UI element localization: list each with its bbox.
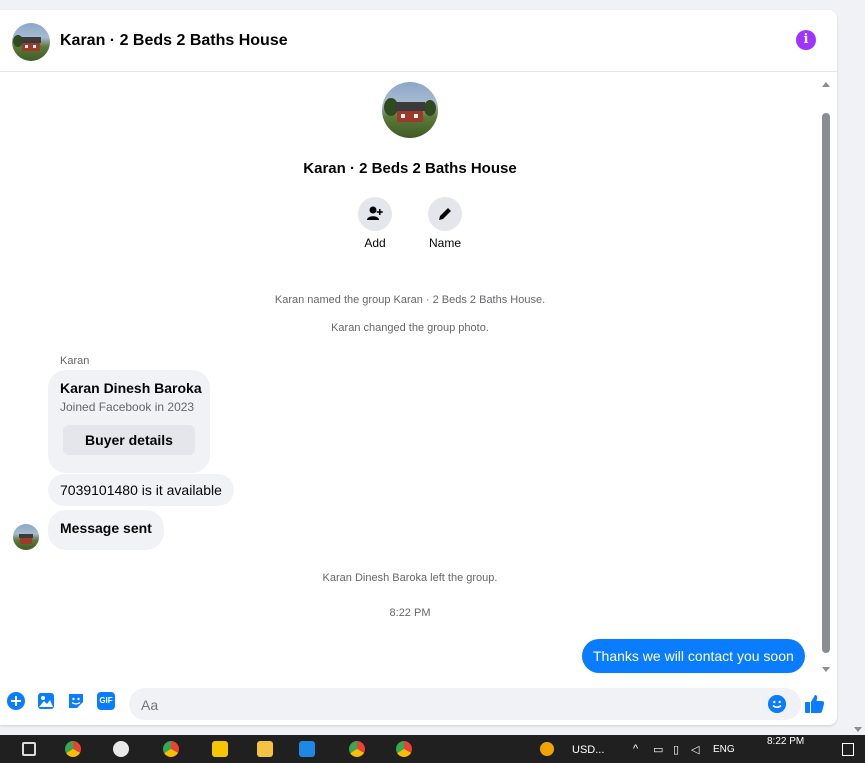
gif-icon[interactable]: GIF (97, 692, 115, 710)
sticker-icon[interactable] (67, 692, 85, 710)
message-input-box[interactable] (129, 688, 801, 720)
profile-card: Karan Dinesh Baroka Joined Facebook in 2… (48, 370, 210, 473)
chrome-icon[interactable] (396, 741, 412, 757)
group-name: Karan · 2 Beds 2 Baths House (303, 160, 517, 177)
message-bubble[interactable]: 7039101480 is it available (48, 474, 234, 506)
chrome-icon[interactable] (163, 741, 179, 757)
like-icon[interactable] (804, 693, 826, 715)
file-explorer-icon[interactable] (257, 741, 273, 757)
photo-icon[interactable] (37, 692, 55, 710)
currency-icon[interactable] (540, 742, 554, 756)
chrome-icon[interactable] (65, 741, 81, 757)
sender-avatar[interactable] (13, 524, 39, 550)
add-button[interactable] (358, 197, 392, 231)
page-scrollbar[interactable] (851, 0, 865, 735)
chrome-icon[interactable] (349, 741, 365, 757)
name-label: Name (428, 236, 461, 250)
buyer-details-button[interactable]: Buyer details (63, 425, 195, 455)
task-view-icon[interactable] (22, 742, 36, 756)
scroll-up-arrow[interactable] (822, 82, 830, 87)
name-button[interactable] (428, 197, 462, 231)
battery-icon[interactable]: ▯ (673, 743, 679, 756)
message-list[interactable]: Karan · 2 Beds 2 Baths House Add Name Ka… (0, 72, 837, 680)
group-photo[interactable] (382, 82, 438, 138)
volume-icon[interactable]: ◁ (691, 743, 699, 756)
sender-name: Karan (60, 355, 90, 367)
info-icon[interactable]: i (796, 30, 816, 50)
composer: GIF (0, 680, 837, 725)
system-message: Karan named the group Karan · 2 Beds 2 B… (274, 294, 546, 306)
group-avatar[interactable] (12, 23, 50, 61)
scroll-down-arrow[interactable] (822, 667, 830, 672)
pencil-icon (439, 208, 451, 220)
taskbar: USD... ^ ▭ ▯ ◁ ENG 8:22 PM (0, 735, 865, 763)
scrollbar[interactable] (820, 80, 832, 674)
card-subtitle: Joined Facebook in 2023 (60, 400, 195, 414)
add-person-icon (367, 206, 383, 220)
system-message: Karan changed the group photo. (331, 322, 489, 334)
message-bubble[interactable]: Message sent (48, 510, 164, 550)
photos-icon[interactable] (299, 741, 315, 757)
add-label: Add (364, 236, 386, 250)
sticky-notes-icon[interactable] (212, 741, 228, 757)
system-message: Karan Dinesh Baroka left the group. (322, 572, 498, 584)
chat-window: Karan · 2 Beds 2 Baths House i Karan · 2… (0, 10, 837, 725)
outgoing-message[interactable]: Thanks we will contact you soon (582, 639, 805, 673)
chat-header: Karan · 2 Beds 2 Baths House i (0, 10, 837, 72)
message-input[interactable] (139, 694, 743, 716)
timestamp: 8:22 PM (389, 607, 431, 619)
plus-icon[interactable] (7, 692, 25, 710)
card-name: Karan Dinesh Baroka (60, 380, 202, 396)
notification-icon[interactable] (842, 743, 854, 756)
language-indicator[interactable]: ENG (713, 744, 735, 755)
chevron-up-icon[interactable]: ^ (633, 743, 638, 755)
network-icon[interactable]: ▭ (653, 743, 663, 756)
page-scroll-down[interactable] (854, 727, 862, 732)
currency-label[interactable]: USD... (572, 744, 604, 756)
emoji-icon[interactable] (768, 695, 786, 713)
chat-title[interactable]: Karan · 2 Beds 2 Baths House (60, 32, 288, 50)
system-clock[interactable]: 8:22 PM (767, 736, 804, 747)
scroll-thumb[interactable] (822, 113, 830, 653)
paint-icon[interactable] (113, 741, 129, 757)
